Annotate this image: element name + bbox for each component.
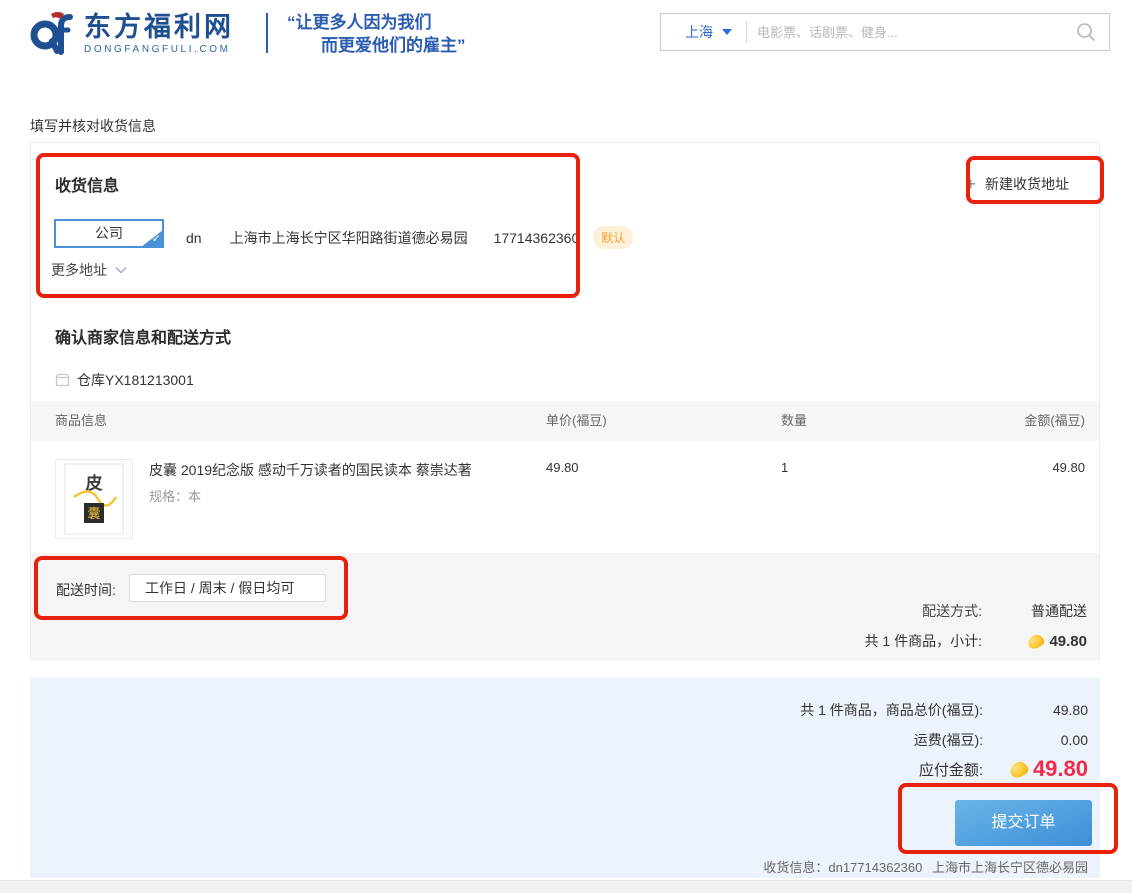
product-spec: 规格：本	[149, 486, 201, 505]
address-text: 上海市上海长宁区华阳路街道德必易园	[230, 228, 468, 248]
bean-icon	[1008, 759, 1030, 779]
footer-shipping-info: 收货信息：dn17714362360 上海市上海长宁区德必易园	[763, 857, 1088, 876]
logo-domain-text: DONGFANGFULI.COM	[84, 44, 234, 55]
city-selector[interactable]: 上海	[661, 22, 746, 42]
plus-icon: +	[965, 176, 976, 192]
shipping-section-title: 收货信息	[55, 172, 119, 196]
site-header: 东方福利网 DONGFANGFULI.COM “让更多人因为我们 而更爱他们的雇…	[0, 0, 1132, 96]
warehouse-label: 仓库YX181213001	[77, 370, 194, 390]
header-divider	[266, 13, 268, 53]
slogan-line-2: 而更爱他们的雇主”	[287, 34, 466, 57]
subtotal-row: 共 1 件商品，小计: 49.80	[865, 631, 1087, 651]
footer-info-contact: dn17714362360	[828, 860, 922, 875]
submit-order-button[interactable]: 提交订单	[955, 800, 1092, 846]
page-footer-strip	[0, 880, 1132, 893]
product-spec-label: 规格：	[149, 489, 188, 504]
delivery-time-label: 配送时间:	[56, 580, 116, 600]
total-value: 49.80	[983, 702, 1088, 718]
slogan-line-1: “让更多人因为我们	[287, 11, 466, 34]
brand-slogan: “让更多人因为我们 而更爱他们的雇主”	[287, 11, 466, 57]
delivery-strip: 配送时间: 工作日 / 周末 / 假日均可 配送方式: 普通配送 共 1 件商品…	[31, 553, 1099, 661]
address-tag-company[interactable]: 公司 ✓	[54, 219, 164, 248]
city-label: 上海	[685, 22, 713, 42]
col-product-info: 商品信息	[55, 401, 107, 441]
shop-icon	[55, 373, 70, 387]
delivery-time-select[interactable]: 工作日 / 周末 / 假日均可	[129, 574, 326, 602]
warehouse-row: 仓库YX181213001	[55, 370, 194, 390]
logo-brand-text: 东方福利网	[84, 12, 234, 42]
col-unit-price: 单价(福豆)	[546, 401, 607, 441]
phone-number: 17714362360	[494, 230, 580, 246]
order-card: 收货信息 + 新建收货地址 公司 ✓ dn 上海市上海长宁区华阳路街道德必易园 …	[30, 142, 1100, 660]
product-spec-value: 本	[188, 489, 201, 504]
footer-info-address: 上海市上海长宁区德必易园	[932, 860, 1088, 875]
book-cover-char-1: 皮	[86, 473, 103, 493]
bean-icon	[1027, 632, 1046, 649]
col-amount: 金额(福豆)	[1024, 401, 1085, 441]
product-title[interactable]: 皮囊 2019纪念版 感动千万读者的国民读本 蔡崇达著	[149, 460, 472, 480]
page-title: 填写并核对收货信息	[30, 116, 156, 136]
shipping-fee-label: 运费(福豆):	[914, 730, 983, 750]
shipping-fee-row: 运费(福豆): 0.00	[914, 730, 1088, 750]
logo-monogram-icon	[28, 8, 76, 59]
delivery-method-label: 配送方式:	[922, 601, 982, 621]
new-address-label: 新建收货地址	[985, 174, 1069, 194]
recipient-name: dn	[186, 230, 202, 246]
more-addresses-label: 更多地址	[51, 260, 107, 280]
product-table-header: 商品信息 单价(福豆) 数量 金额(福豆)	[31, 401, 1099, 441]
payable-row: 应付金额: 49.80	[919, 756, 1088, 782]
order-summary-panel: 共 1 件商品，商品总价(福豆): 49.80 运费(福豆): 0.00 应付金…	[30, 678, 1100, 878]
total-label: 共 1 件商品，商品总价(福豆):	[800, 700, 983, 720]
address-tag-label: 公司	[95, 225, 123, 241]
subtotal-label: 共 1 件商品，小计:	[865, 631, 982, 651]
delivery-method-value: 普通配送	[982, 601, 1087, 621]
merchant-section-title: 确认商家信息和配送方式	[55, 324, 231, 348]
default-badge: 默认	[593, 226, 633, 249]
site-logo[interactable]: 东方福利网 DONGFANGFULI.COM	[28, 8, 234, 59]
payable-value: 49.80	[1033, 756, 1088, 782]
col-quantity: 数量	[781, 401, 807, 441]
product-unit-price: 49.80	[546, 460, 579, 475]
chevron-down-icon	[115, 266, 127, 274]
total-row: 共 1 件商品，商品总价(福豆): 49.80	[800, 700, 1088, 720]
selected-check-icon: ✓	[152, 232, 161, 247]
address-line: dn 上海市上海长宁区华阳路街道德必易园 17714362360 默认	[186, 226, 633, 249]
delivery-method-row: 配送方式: 普通配送	[922, 601, 1087, 621]
more-addresses-toggle[interactable]: 更多地址	[51, 260, 127, 280]
product-image[interactable]: 皮 囊	[55, 459, 133, 539]
footer-info-label: 收货信息：	[763, 860, 828, 875]
product-amount: 49.80	[1052, 460, 1085, 475]
search-input[interactable]	[747, 25, 1075, 40]
city-caret-icon	[722, 29, 732, 35]
product-quantity: 1	[781, 460, 788, 475]
payable-label: 应付金额:	[919, 759, 983, 780]
shipping-fee-value: 0.00	[983, 732, 1088, 748]
search-bar: 上海	[660, 13, 1110, 51]
subtotal-value: 49.80	[1049, 633, 1087, 650]
new-address-button[interactable]: + 新建收货地址	[965, 174, 1069, 194]
search-icon[interactable]	[1075, 21, 1097, 43]
book-cover-char-2: 囊	[87, 506, 100, 521]
